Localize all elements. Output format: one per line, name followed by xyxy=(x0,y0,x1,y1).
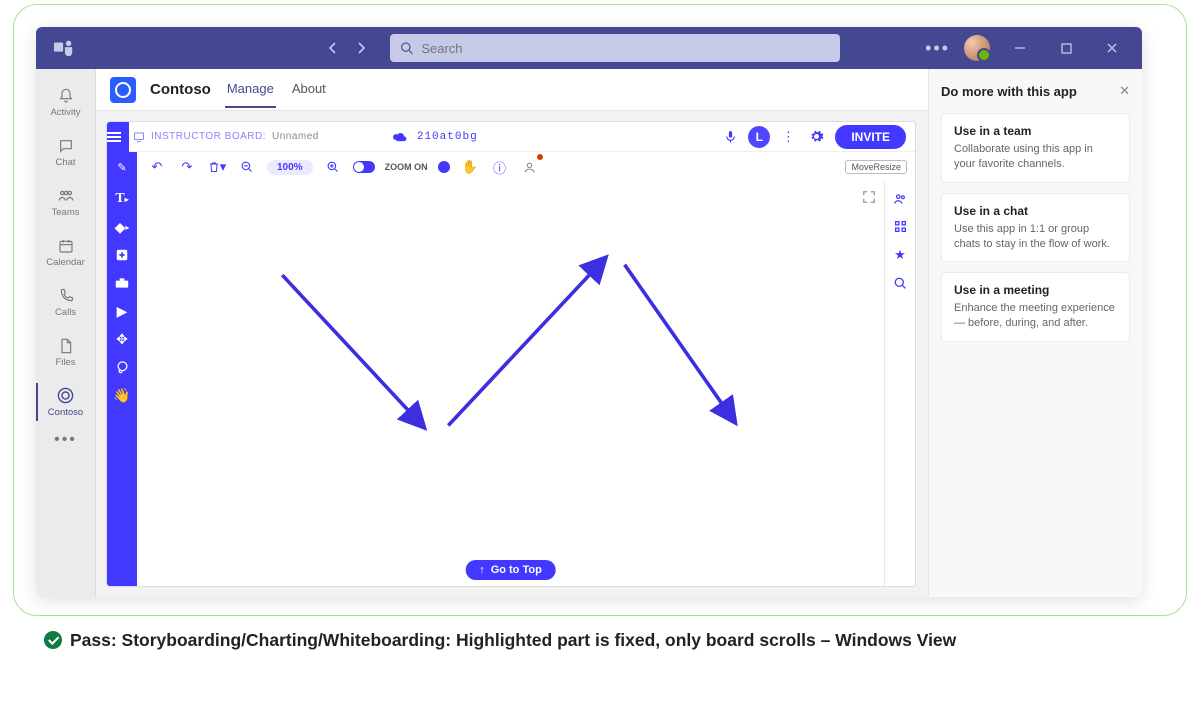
window-minimize-button[interactable] xyxy=(1004,34,1036,62)
side-panel-title: Do more with this app xyxy=(941,84,1077,99)
pan-icon[interactable]: ✋ xyxy=(460,157,480,177)
nav-label: Calls xyxy=(55,307,76,318)
pass-check-icon xyxy=(44,631,62,649)
teams-icon xyxy=(57,187,75,205)
right-toolbar: ★ xyxy=(885,182,915,586)
board-name: Unnamed xyxy=(272,131,319,142)
nav-label: Files xyxy=(55,357,75,368)
nav-label: Contoso xyxy=(48,407,83,418)
zoom-value[interactable]: 100% xyxy=(267,160,313,175)
tab-about[interactable]: About xyxy=(290,71,328,108)
search-input[interactable] xyxy=(421,41,830,56)
titlebar: ••• xyxy=(36,27,1142,69)
zoom-in-button[interactable] xyxy=(323,157,343,177)
pointer-tool-icon[interactable]: ▶ xyxy=(113,302,131,320)
nav-back-button[interactable] xyxy=(322,37,344,59)
hand-tool-icon[interactable]: 👋 xyxy=(113,386,131,404)
whiteboard-frame: INSTRUCTOR BOARD: Unnamed 210at0bg L xyxy=(106,121,916,587)
zoom-out-button[interactable] xyxy=(237,157,257,177)
caption: Pass: Storyboarding/Charting/Whiteboardi… xyxy=(44,628,1104,653)
suggestion-card[interactable]: Use in a meeting Enhance the meeting exp… xyxy=(941,272,1130,342)
phone-icon xyxy=(58,287,74,305)
activity-icon[interactable] xyxy=(894,220,907,233)
fullscreen-button[interactable] xyxy=(862,190,876,204)
nav-label: Teams xyxy=(52,207,80,218)
app-header: Contoso Manage About xyxy=(96,69,928,111)
bell-icon xyxy=(58,87,74,105)
trash-button[interactable]: ▾ xyxy=(207,157,227,177)
toolbox-icon[interactable] xyxy=(113,274,131,292)
nav-more-button[interactable]: ••• xyxy=(54,431,77,449)
teams-logo-icon xyxy=(50,34,78,62)
window-close-button[interactable] xyxy=(1096,34,1128,62)
caption-text: Pass: Storyboarding/Charting/Whiteboardi… xyxy=(70,628,956,653)
nav-activity[interactable]: Activity xyxy=(36,77,96,127)
eraser-tool-icon[interactable]: ◆▸ xyxy=(113,218,131,236)
mic-icon[interactable] xyxy=(720,127,740,147)
go-to-top-button[interactable]: ↑ Go to Top xyxy=(465,560,556,580)
card-body: Collaborate using this app in your favor… xyxy=(954,142,1117,172)
side-panel-close-button[interactable]: ✕ xyxy=(1119,83,1130,99)
app-name: Contoso xyxy=(150,81,211,98)
nav-calendar[interactable]: Calendar xyxy=(36,227,96,277)
tab-manage[interactable]: Manage xyxy=(225,71,276,108)
vertical-toolbar: T▸ ◆▸ ▶ ✥ 👋 xyxy=(107,182,137,586)
card-title: Use in a meeting xyxy=(954,283,1117,297)
shape-tool-icon[interactable] xyxy=(113,246,131,264)
suggestion-card[interactable]: Use in a team Collaborate using this app… xyxy=(941,113,1130,183)
whiteboard-canvas[interactable]: ↑ Go to Top xyxy=(137,182,885,586)
teams-window: ••• Activity Chat Teams Calendar Calls F… xyxy=(36,27,1142,597)
card-title: Use in a team xyxy=(954,124,1117,138)
nav-label: Activity xyxy=(50,107,80,118)
contoso-icon xyxy=(57,387,74,405)
board-code: 210at0bg xyxy=(417,131,478,143)
star-icon[interactable]: ★ xyxy=(894,247,906,263)
invite-button[interactable]: INVITE xyxy=(834,124,907,150)
board-menu-button[interactable] xyxy=(107,132,121,142)
left-nav: Activity Chat Teams Calendar Calls Files… xyxy=(36,69,96,597)
nav-chat[interactable]: Chat xyxy=(36,127,96,177)
card-title: Use in a chat xyxy=(954,204,1117,218)
nav-forward-button[interactable] xyxy=(350,37,372,59)
nav-calls[interactable]: Calls xyxy=(36,277,96,327)
nav-label: Chat xyxy=(55,157,75,168)
searchbar[interactable] xyxy=(390,34,840,62)
app-logo-icon xyxy=(110,77,136,103)
card-body: Enhance the meeting experience — before,… xyxy=(954,301,1117,331)
moveresize-button[interactable]: MoveResize xyxy=(845,160,907,174)
color-dot[interactable] xyxy=(438,161,450,173)
side-panel: Do more with this app ✕ Use in a team Co… xyxy=(928,69,1142,597)
window-maximize-button[interactable] xyxy=(1050,34,1082,62)
board-toolbar: ✎ ↶ ↷ ▾ 100% ZOOM ON xyxy=(107,152,915,182)
zoom-on-label: ZOOM ON xyxy=(385,162,428,172)
text-tool-icon[interactable]: T▸ xyxy=(113,190,131,208)
notification-icon[interactable] xyxy=(520,157,540,177)
more-options-button[interactable]: ••• xyxy=(925,38,950,59)
chat-icon xyxy=(58,137,74,155)
lasso-tool-icon[interactable] xyxy=(113,358,131,376)
drawn-arrows xyxy=(137,182,884,586)
nav-teams[interactable]: Teams xyxy=(36,177,96,227)
card-body: Use this app in 1:1 or group chats to st… xyxy=(954,222,1117,252)
search-board-icon[interactable] xyxy=(894,277,907,290)
redo-button[interactable]: ↷ xyxy=(177,157,197,177)
file-icon xyxy=(59,337,73,355)
pen-tool-icon[interactable]: ✎ xyxy=(117,161,126,174)
info-icon[interactable]: ⓘ xyxy=(490,157,510,177)
nav-contoso[interactable]: Contoso xyxy=(36,377,96,427)
nav-label: Calendar xyxy=(46,257,85,268)
calendar-icon xyxy=(58,237,74,255)
instructor-board-label: INSTRUCTOR BOARD: Unnamed xyxy=(133,131,319,143)
user-avatar[interactable] xyxy=(964,35,990,61)
board-options-button[interactable]: ⋮ xyxy=(778,127,798,147)
suggestion-card[interactable]: Use in a chat Use this app in 1:1 or gro… xyxy=(941,193,1130,263)
move-tool-icon[interactable]: ✥ xyxy=(113,330,131,348)
settings-icon[interactable] xyxy=(806,127,826,147)
user-chip[interactable]: L xyxy=(748,126,770,148)
undo-button[interactable]: ↶ xyxy=(147,157,167,177)
cloud-status: 210at0bg xyxy=(393,131,478,143)
zoom-toggle[interactable] xyxy=(353,161,375,173)
nav-files[interactable]: Files xyxy=(36,327,96,377)
participants-icon[interactable] xyxy=(893,192,907,206)
